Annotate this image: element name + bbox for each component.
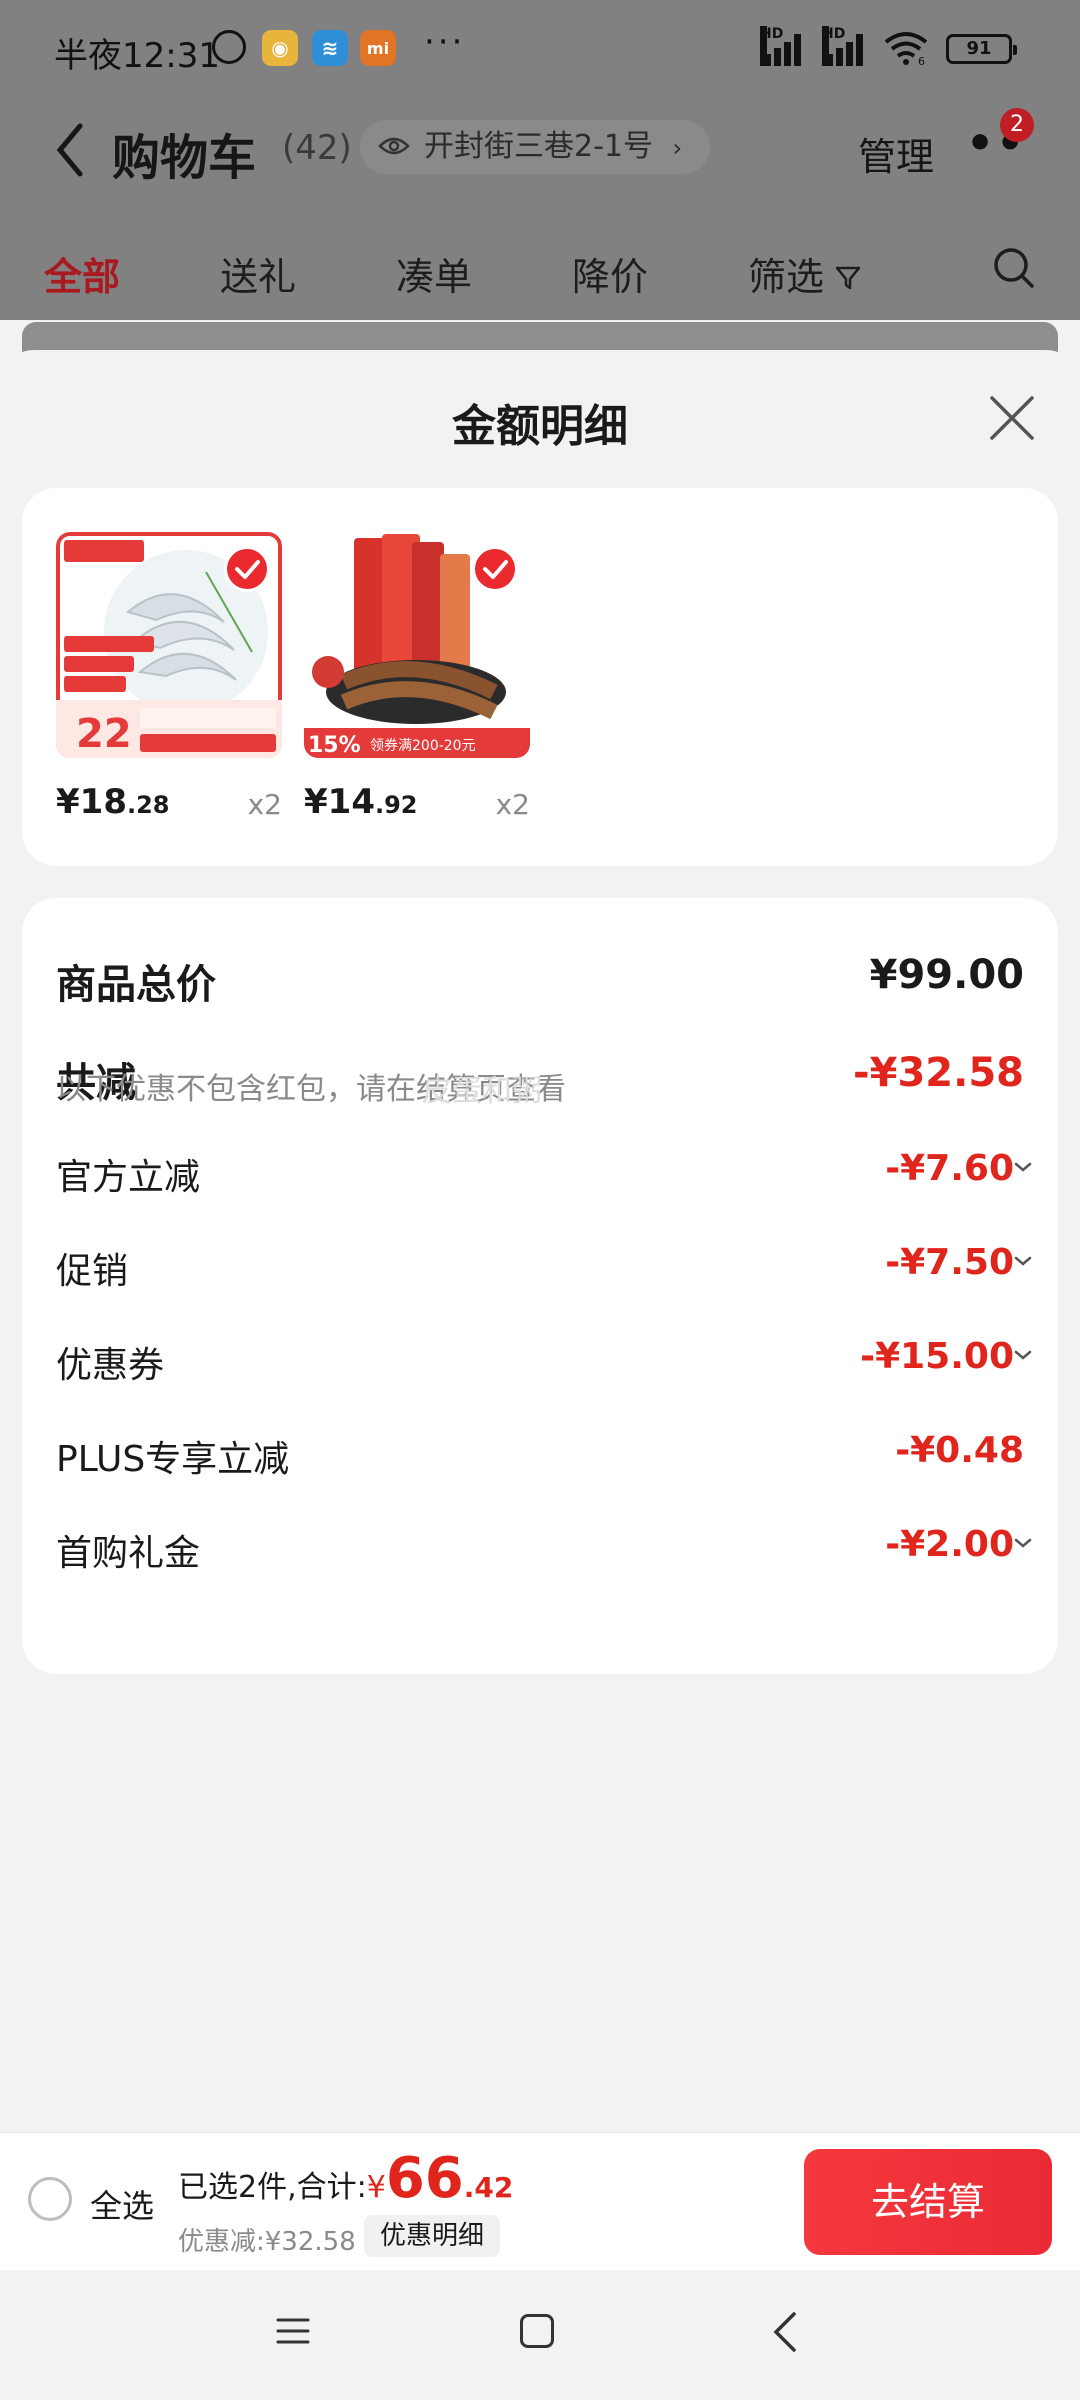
back-nav-icon[interactable] (770, 2310, 800, 2354)
discount-label: PLUS专享立减 (56, 1439, 290, 1480)
product-quantity: x2 (247, 788, 282, 821)
alarm-icon (212, 30, 246, 64)
battery-icon: 91 (946, 34, 1017, 64)
sheet-title: 金额明细 (452, 401, 628, 452)
discount-summary: 优惠减:¥32.58 (178, 2227, 356, 2257)
selected-summary: 已选2件,合计:¥66.42 (178, 2151, 514, 2207)
chevron-down-icon (1014, 1538, 1032, 1548)
eye-icon (378, 137, 410, 155)
page-title: 购物车 (112, 130, 257, 186)
select-all-radio[interactable] (28, 2177, 72, 2221)
discount-detail-button[interactable]: 优惠明细 (364, 2215, 501, 2257)
product-quantity: x2 (495, 788, 530, 821)
promo-price: 22 (76, 711, 132, 757)
status-more-icon: ··· (424, 22, 466, 62)
discount-value: -¥7.60 (885, 1148, 1014, 1189)
total-decimal: .42 (463, 2171, 514, 2204)
watermark: 皮蛋和粥 (422, 1074, 542, 1109)
select-all-label[interactable]: 全选 (90, 2181, 154, 2227)
discount-value: -¥15.00 (860, 1336, 1014, 1377)
price-detail-card: 商品总价 ¥99.00 共减 -¥32.58 以下优惠不包含红包，请在结算页查看… (22, 898, 1058, 1674)
price-integer: ¥14 (304, 782, 375, 822)
check-icon (472, 546, 518, 592)
price-decimal: .92 (374, 791, 418, 819)
back-arrow-icon[interactable] (52, 120, 88, 180)
price-integer: ¥18 (56, 782, 127, 822)
weibo-icon: ◉ (262, 30, 298, 66)
tab-filter[interactable]: 筛选 (748, 246, 862, 301)
filter-icon (835, 266, 861, 290)
search-icon[interactable] (992, 246, 1036, 290)
chevron-down-icon (1014, 1256, 1032, 1266)
chevron-down-icon (1014, 1350, 1032, 1360)
total-integer: 66 (385, 2146, 464, 2211)
discount-label: 官方立减 (56, 1157, 201, 1198)
manage-button[interactable]: 管理 (858, 126, 934, 181)
cart-tabs: 全部 送礼 凑单 降价 筛选 (0, 220, 1080, 320)
selected-text: 已选2件,合计: (178, 2170, 367, 2205)
address-text: 开封街三巷2-1号 (424, 129, 653, 164)
status-time: 半夜12:31 (54, 36, 220, 76)
price-decimal: .28 (126, 791, 170, 819)
check-icon (224, 546, 270, 592)
product-price: ¥18.28 (56, 782, 170, 822)
discount-value: -¥0.48 (895, 1430, 1024, 1471)
status-bar: 半夜12:31 ◉ ≋ mi ··· HD HD 6 91 (0, 0, 1080, 100)
amount-detail-sheet: 金额明细 22 ¥18.28 x2 15% 领券满200-20元 ¥14.92 … (0, 350, 1080, 2132)
shrimp-product-image: 22 (56, 532, 282, 758)
product-price: ¥14.92 (304, 782, 418, 822)
wifi-icon: 6 (884, 32, 928, 66)
discount-label: 优惠券 (56, 1345, 165, 1386)
checkout-button[interactable]: 去结算 (804, 2149, 1052, 2255)
wifi-label: 6 (918, 55, 925, 66)
chevron-right-icon: › (672, 134, 683, 162)
address-selector[interactable]: 开封街三巷2-1号 › (360, 120, 711, 174)
chevron-down-icon (1014, 1162, 1032, 1172)
promo-badge: 15% (308, 733, 361, 758)
cart-count: (42) (282, 128, 352, 168)
notification-badge: 2 (1000, 108, 1034, 142)
cart-header: 购物车 (42) 开封街三巷2-1号 › 管理 •• 2 (0, 100, 1080, 220)
signal-icon: HD (760, 26, 812, 66)
discount-label: 首购礼金 (56, 1533, 201, 1574)
mi-icon: mi (360, 30, 396, 66)
tab-filter-label: 筛选 (748, 255, 825, 299)
checkout-bar: 全选 已选2件,合计:¥66.42 优惠减:¥32.58 优惠明细 去结算 (0, 2132, 1080, 2270)
signal-icon-2: HD (822, 26, 874, 66)
system-nav-bar (0, 2270, 1080, 2400)
coupon-text: 领券满200-20元 (370, 738, 476, 754)
total-reduce-value: -¥32.58 (853, 1050, 1024, 1096)
close-icon[interactable] (986, 392, 1038, 444)
tab-bundle[interactable]: 凑单 (396, 246, 472, 301)
home-icon[interactable] (520, 2314, 554, 2348)
total-price-label: 商品总价 (56, 962, 216, 1008)
layers-app-icon: ≋ (312, 30, 348, 66)
tab-all[interactable]: 全部 (44, 246, 120, 301)
total-price-value: ¥99.00 (869, 952, 1024, 998)
cat-treat-product-image: 15% 领券满200-20元 (304, 532, 530, 758)
discount-value: -¥7.50 (885, 1242, 1014, 1283)
discount-value: -¥2.00 (885, 1524, 1014, 1565)
total-currency: ¥ (366, 2170, 386, 2205)
tab-gift[interactable]: 送礼 (220, 246, 296, 301)
menu-icon[interactable] (276, 2316, 310, 2346)
product-item[interactable]: 22 ¥18.28 x2 (56, 532, 282, 822)
selected-products-card: 22 ¥18.28 x2 15% 领券满200-20元 ¥14.92 x2 (22, 488, 1058, 866)
tab-price-drop[interactable]: 降价 (572, 246, 648, 301)
product-item[interactable]: 15% 领券满200-20元 ¥14.92 x2 (304, 532, 530, 822)
discount-label: 促销 (56, 1251, 129, 1292)
